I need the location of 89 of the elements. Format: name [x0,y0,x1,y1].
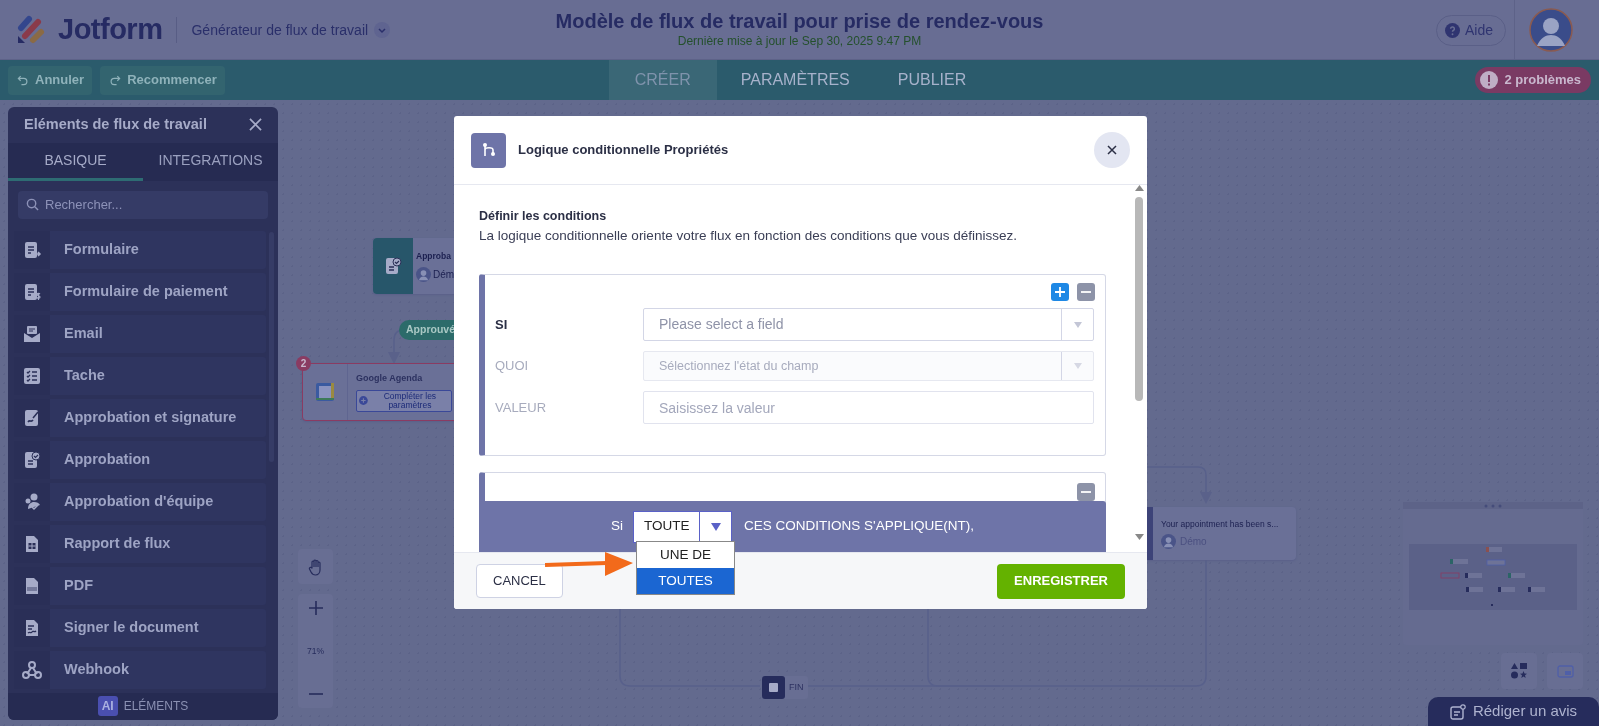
undo-icon [16,73,30,87]
select-field[interactable]: Please select a field [643,308,1094,341]
connector-line [1146,466,1212,504]
hand-icon [307,557,324,576]
plus-icon [359,395,368,407]
sidebar-item[interactable]: Rapport de flux [14,524,266,563]
scroll-up-icon [1134,185,1144,191]
sidebar-item[interactable]: Formulaire de paiement [14,272,266,311]
node-owner: Dém [433,267,455,282]
help-icon [1444,22,1460,38]
match-select[interactable]: TOUTE [633,510,733,543]
checklist-icon [22,365,42,386]
sidebar-item[interactable]: Approbation d'équipe [14,482,266,521]
caret-icon [1073,363,1082,369]
complete-settings-button[interactable]: Compléter les paramètres [356,389,452,412]
shapes-icon [1511,663,1527,679]
match-suffix: CES CONDITIONS S'APPLIQUE(NT), [744,517,974,536]
workflow-title: Modèle de flux de travail pour prise de rendez-vous [555,10,1044,32]
plus-icon [308,601,323,615]
panel-title: Eléments de flux de travail [24,115,207,135]
panel-tab[interactable]: BASIQUE [8,142,143,181]
last-updated-text: Dernière mise à jour le Sep 30, 2025 9:47 PM [676,33,923,50]
caret-icon [1073,321,1082,328]
match-prefix: Si [611,517,624,536]
zoom-level: 71% [307,644,324,658]
search-field[interactable]: Rechercher... [18,190,268,219]
plus-icon [1055,287,1065,297]
issues-button[interactable]: 2 problèmes [1475,67,1591,93]
field-label: SI [495,315,509,334]
node-title: Your appointment has been s... [1161,517,1279,531]
avatar[interactable] [1529,8,1573,52]
stop-icon [762,676,785,699]
avatar-icon [1161,534,1176,550]
toolbar-tab[interactable]: PARAMÈTRES [716,60,874,100]
minimap-toggle-button[interactable] [1547,653,1583,689]
note-icon [1449,703,1466,720]
section-title: Définir les conditions [479,208,608,225]
cancel-button[interactable]: CANCEL [476,564,563,598]
close-button[interactable] [249,118,262,132]
toolbar-tab[interactable]: PUBLIER [873,60,991,100]
close-icon [1107,145,1117,155]
logo-text: Jotform [58,12,163,48]
review-button[interactable]: Rédiger un avis [1428,697,1599,726]
end-node[interactable]: FIN [762,676,808,699]
dropdown-option[interactable]: TOUTES [637,568,734,594]
approved-document-icon [22,449,42,470]
node-title: Approba [416,250,452,263]
chevron-icon [374,22,391,38]
dialog-title: Logique conditionnelle Propriétés [518,141,729,160]
ai-elements-button[interactable]: AI ELÉMENTS [8,692,278,720]
calendar-icon [315,382,335,402]
sidebar-item[interactable]: Signer le document [14,608,266,647]
webhook-icon [22,659,42,680]
screen-icon [1556,664,1574,678]
close-button[interactable] [1094,132,1130,168]
add-element-button[interactable] [1501,653,1537,689]
save-button[interactable]: ENREGISTRER [997,563,1125,599]
scrollbar-thumb[interactable] [1135,197,1143,401]
add-condition-button[interactable] [1051,283,1069,301]
redo-icon [108,73,123,87]
sidebar-item[interactable]: Formulaire [14,230,266,269]
approved-document-icon [383,256,403,276]
warning-icon [1480,71,1499,89]
invoice-icon [22,281,42,302]
sidebar-item[interactable]: Email [14,314,266,353]
search-icon [26,197,39,211]
node-title: Google Agenda [356,372,424,386]
dialog-icon [471,132,506,168]
dropdown-option[interactable]: UNE DE [637,542,734,568]
close-icon [249,118,262,132]
scroll-down-icon [1134,534,1144,540]
panel-tab[interactable]: INTEGRATIONS [143,142,278,181]
ai-badge: AI [97,696,118,717]
error-count-badge: 2 [296,356,311,371]
sidebar-item[interactable]: Webhook [14,650,266,689]
field-label: QUOI [495,357,530,376]
app-menu-button[interactable]: Générateur de flux de travail [191,19,391,41]
sidebar-item[interactable]: Approbation et signature [14,398,266,437]
remove-condition-button[interactable] [1077,483,1095,501]
field-label: VALEUR [495,398,548,417]
form-icon [22,239,42,260]
avatar-icon [416,266,431,282]
sidebar-item[interactable]: Approbation [14,440,266,479]
remove-condition-button[interactable] [1077,283,1095,301]
pan-button[interactable] [298,549,333,584]
caret-icon [710,522,721,531]
sidebar-item[interactable]: Tache [14,356,266,395]
sidebar-item[interactable]: PDF [14,566,266,605]
envelope-icon [22,323,42,344]
